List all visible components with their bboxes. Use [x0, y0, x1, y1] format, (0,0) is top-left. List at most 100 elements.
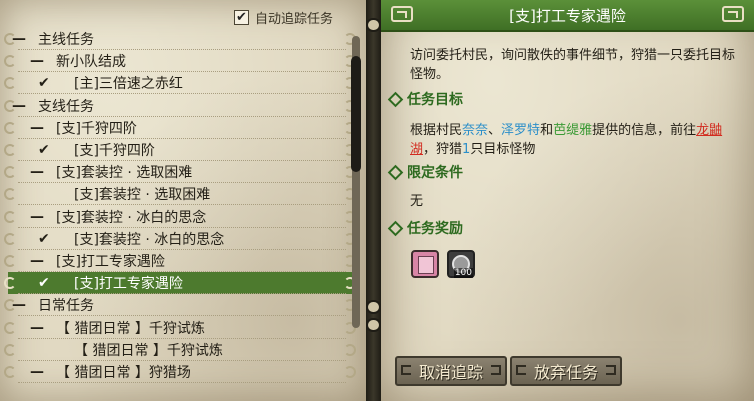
quest-description: 访问委托村民，询问散佚的事件细节，狩猎一只委托目标怪物。	[410, 48, 736, 82]
binding-ring-icon	[4, 188, 16, 201]
quest-label: [支]千狩四阶	[74, 143, 155, 159]
binding-ring-icon	[4, 321, 16, 334]
quest-label: [支]套装控 · 冰白的思念	[74, 231, 225, 248]
quest-label: [支]套装控 · 冰白的思念	[56, 209, 207, 226]
section-diamond-icon	[387, 220, 404, 236]
tracked-check-icon[interactable]: ✔	[38, 142, 50, 158]
objective-text: 根据村民	[410, 123, 463, 138]
objective-text: ，狩猎	[423, 142, 463, 157]
quest-detail-header: [支]打工专家遇险	[381, 0, 754, 32]
section-diamond-icon	[387, 164, 404, 180]
collapse-icon[interactable]: —	[30, 253, 44, 269]
binding-ring-icon	[344, 366, 356, 378]
auto-track-toggle[interactable]: ✔ 自动追踪任务	[234, 8, 334, 27]
objective-text: 和	[540, 123, 554, 138]
quest-group[interactable]: — [支]套装控 · 冰白的思念	[4, 206, 356, 228]
collapse-icon[interactable]: —	[30, 164, 44, 180]
quest-label: 支线任务	[38, 98, 94, 115]
panel-divider	[366, 0, 381, 401]
header-ornament-icon	[722, 6, 744, 22]
quest-detail-title: [支]打工专家遇险	[509, 6, 626, 25]
quest-category[interactable]: — 支线任务	[4, 95, 356, 117]
auto-track-label: 自动追踪任务	[255, 11, 334, 27]
npc-name[interactable]: 芭缇雅	[553, 123, 592, 138]
quest-item[interactable]: ✔ [主]三倍速之赤红	[4, 72, 356, 95]
binding-ring	[366, 318, 381, 332]
collapse-icon[interactable]: —	[30, 120, 44, 136]
button-ornament-icon	[491, 365, 501, 375]
binding-ring-icon	[4, 55, 16, 68]
binding-ring-icon	[4, 210, 16, 223]
quest-label: 主线任务	[38, 32, 94, 48]
quest-group[interactable]: — 【 猎团日常 】千狩试炼	[4, 317, 356, 339]
section-diamond-icon	[387, 91, 404, 107]
quest-label: 【 猎团日常 】千狩试炼	[74, 342, 223, 359]
quest-label: 【 猎团日常 】狩猎场	[56, 365, 191, 381]
binding-ring-icon	[4, 343, 16, 356]
abandon-quest-button[interactable]: 放弃任务	[510, 356, 622, 386]
coin-item-icon[interactable]: 100	[447, 250, 475, 278]
tracked-check-icon[interactable]: ✔	[38, 75, 50, 91]
objective-text: 提供的信息，前往	[592, 123, 697, 138]
collapse-icon[interactable]: —	[12, 297, 26, 313]
binding-ring-icon	[344, 343, 356, 356]
untrack-button-label: 取消追踪	[418, 363, 483, 382]
objective-text: 只目标怪物	[470, 142, 536, 157]
quest-group[interactable]: — [支]套装控 · 选取困难	[4, 161, 356, 184]
binding-ring-icon	[4, 166, 16, 179]
collapse-icon[interactable]: —	[30, 320, 44, 336]
row-divider	[18, 382, 346, 383]
quest-group[interactable]: — 新小队结成	[4, 50, 356, 73]
quest-item[interactable]: 【 猎团日常 】千狩试炼	[4, 339, 356, 361]
checkbox-checked-icon[interactable]: ✔	[234, 9, 249, 25]
reward-quantity: 100	[453, 268, 473, 278]
header-ornament-icon	[391, 6, 413, 22]
quest-label: 日常任务	[38, 298, 94, 315]
binding-ring-icon	[4, 277, 16, 290]
objective-title-text: 任务目标	[407, 92, 463, 108]
reward-section-title: 任务奖励	[387, 218, 463, 238]
quest-category[interactable]: — 日常任务	[4, 294, 356, 317]
collapse-icon[interactable]: —	[30, 209, 44, 225]
quest-group[interactable]: — 【 猎团日常 】狩猎场	[4, 361, 356, 383]
abandon-button-label: 放弃任务	[533, 363, 598, 382]
condition-section-title: 限定条件	[387, 162, 463, 182]
quest-item[interactable]: ✔ [支]打工专家遇险	[4, 272, 356, 295]
binding-ring-icon	[4, 255, 16, 267]
quest-group[interactable]: — [支]打工专家遇险	[4, 250, 356, 272]
collapse-icon[interactable]: —	[30, 364, 44, 380]
quest-label: 【 猎团日常 】千狩试炼	[56, 320, 205, 337]
reward-title-text: 任务奖励	[407, 221, 463, 237]
quest-item[interactable]: [支]套装控 · 选取困难	[4, 183, 356, 206]
quest-label: [主]三倍速之赤红	[74, 76, 183, 93]
collapse-icon[interactable]: —	[12, 98, 26, 114]
quest-category[interactable]: — 主线任务	[4, 28, 356, 50]
scrollbar-thumb[interactable]	[351, 56, 361, 172]
objective-text: 、	[488, 123, 502, 138]
condition-title-text: 限定条件	[407, 165, 463, 181]
scroll-item-icon[interactable]	[411, 250, 439, 278]
quest-label: [支]套装控 · 选取困难	[74, 187, 211, 204]
collapse-icon[interactable]: —	[12, 31, 26, 47]
tracked-check-icon[interactable]: ✔	[38, 231, 50, 247]
tracked-check-icon[interactable]: ✔	[38, 275, 50, 291]
collapse-icon[interactable]: —	[30, 53, 44, 69]
binding-ring	[366, 18, 381, 32]
npc-name[interactable]: 泽罗特	[501, 123, 540, 138]
binding-ring-icon	[4, 366, 16, 378]
quest-label: [支]打工专家遇险	[56, 254, 165, 270]
binding-ring-icon	[4, 144, 16, 156]
binding-ring-icon	[4, 232, 16, 245]
quest-item[interactable]: ✔ [支]千狩四阶	[4, 139, 356, 161]
untrack-button[interactable]: 取消追踪	[395, 356, 507, 386]
button-ornament-icon	[606, 365, 616, 375]
quest-group[interactable]: — [支]千狩四阶	[4, 117, 356, 139]
quest-label: [支]套装控 · 选取困难	[56, 165, 193, 182]
button-ornament-icon	[516, 365, 526, 375]
npc-name[interactable]: 奈奈	[462, 123, 488, 138]
quest-objective: 根据村民奈奈、泽罗特和芭缇雅提供的信息，前往龙鼬湖，狩猎1只目标怪物	[410, 121, 740, 159]
button-ornament-icon	[401, 365, 411, 375]
quest-item[interactable]: ✔ [支]套装控 · 冰白的思念	[4, 228, 356, 250]
binding-ring	[366, 300, 381, 314]
objective-section-title: 任务目标	[387, 89, 463, 109]
